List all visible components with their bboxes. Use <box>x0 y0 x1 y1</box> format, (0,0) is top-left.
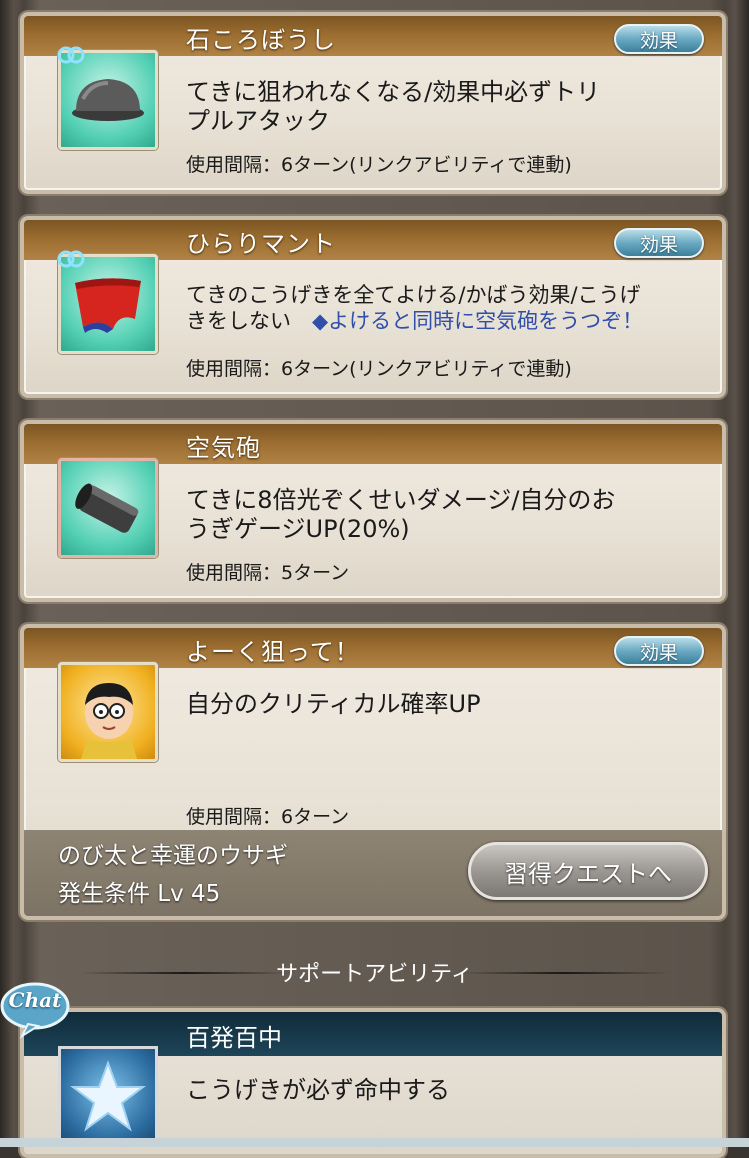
support-title: 百発百中 <box>186 1024 282 1052</box>
link-icon <box>57 250 85 268</box>
star-icon <box>58 1046 158 1146</box>
usage-interval: 使用間隔：6ターン <box>186 806 350 828</box>
quest-area: のび太と幸運のウサギ 発生条件 Lv 45 習得クエストへ <box>24 830 722 916</box>
nobita-portrait-icon <box>58 662 158 762</box>
go-to-quest-button[interactable]: 習得クエストへ <box>468 842 708 900</box>
bottom-bar <box>0 1138 749 1147</box>
link-icon <box>57 46 85 64</box>
support-ability-card[interactable]: 百発百中 こうげきが必ず命中する <box>20 1008 726 1158</box>
quest-condition: 発生条件 Lv 45 <box>58 881 221 907</box>
effect-button[interactable]: 効果 <box>614 228 704 258</box>
ability-description: 自分のクリティカル確率UP <box>186 690 481 718</box>
ability-description: てきのこうげきを全てよける/かばう効果/こうげ きをしない ◆よけると同時に空気… <box>186 283 644 333</box>
ability-card-stone-hat[interactable]: 石ころぼうし 効果 てきに狙われなくなる/効果中必ずトリ プルアタック 使用間隔… <box>20 12 726 194</box>
usage-interval: 使用間隔：6ターン(リンクアビリティで連動) <box>186 358 572 380</box>
ability-title: よーく狙って！ <box>186 638 360 666</box>
support-section-label: サポートアビリティ <box>276 962 473 987</box>
effect-button[interactable]: 効果 <box>614 24 704 54</box>
ability-description: てきに狙われなくなる/効果中必ずトリ プルアタック <box>186 78 601 135</box>
support-description: こうげきが必ず命中する <box>186 1076 450 1104</box>
cape-icon <box>57 250 158 354</box>
effect-button[interactable]: 効果 <box>614 636 704 666</box>
quest-name: のび太と幸運のウサギ <box>58 843 288 869</box>
chat-label: Chat <box>8 988 62 1012</box>
ability-title: 空気砲 <box>186 434 261 462</box>
ability-card-air-cannon[interactable]: 空気砲 てきに8倍光ぞくせいダメージ/自分のお うぎゲージUP(20%) 使用間… <box>20 420 726 602</box>
usage-interval: 使用間隔：6ターン(リンクアビリティで連動) <box>186 154 572 176</box>
ability-title: 石ころぼうし <box>186 26 336 54</box>
ability-description: てきに8倍光ぞくせいダメージ/自分のお うぎゲージUP(20%) <box>186 486 616 543</box>
usage-interval: 使用間隔：5ターン <box>186 562 350 584</box>
air-cannon-icon <box>58 458 158 558</box>
ability-card-aim-carefully[interactable]: よーく狙って！ 効果 自分のクリティカル確率UP 使用間隔：6ターン のび太と幸… <box>20 624 726 920</box>
ability-card-cape[interactable]: ひらりマント 効果 てきのこうげきを全てよける/かばう効果/こうげ きをしない … <box>20 216 726 398</box>
ability-title: ひらりマント <box>186 230 336 258</box>
chat-button[interactable]: Chat <box>0 980 70 1040</box>
stone-hat-icon <box>57 46 158 150</box>
